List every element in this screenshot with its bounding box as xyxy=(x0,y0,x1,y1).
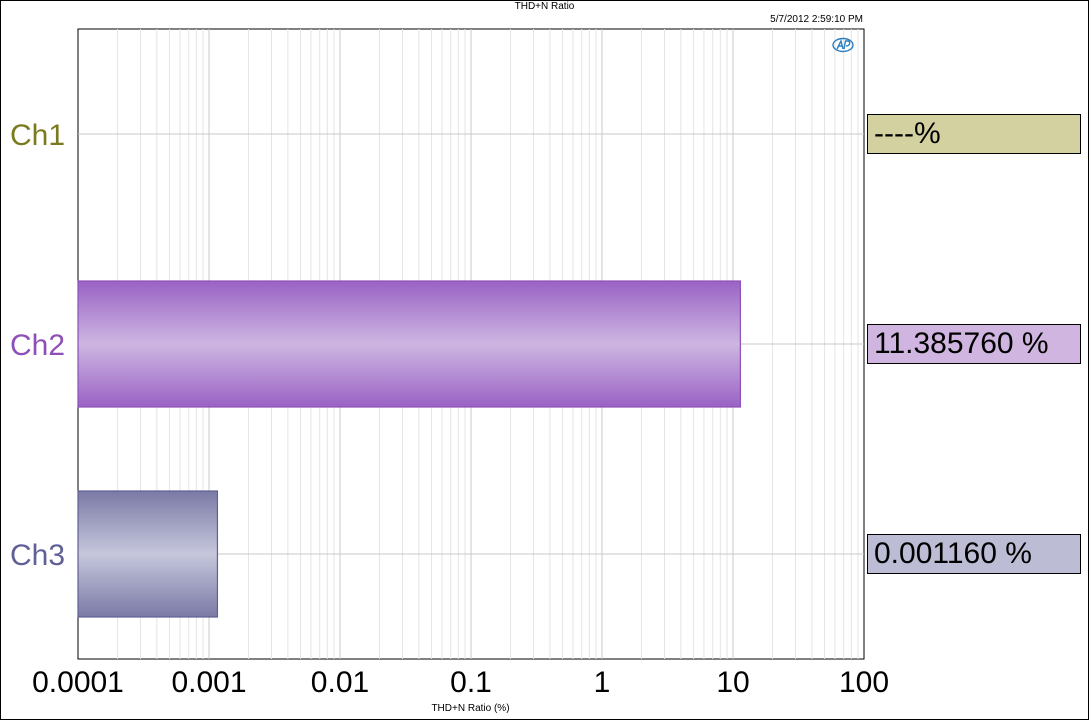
readout-ch1: ----% xyxy=(867,114,1081,154)
category-labels: Ch1 Ch2 Ch3 xyxy=(10,119,65,572)
bar-ch2 xyxy=(77,280,741,408)
x-tick-label: 0.1 xyxy=(450,666,492,699)
category-label-ch2: Ch2 xyxy=(10,329,65,362)
readout-ch2: 11.385760 % xyxy=(867,324,1081,364)
x-tick-label: 0.01 xyxy=(311,666,369,699)
readout-ch3: 0.001160 % xyxy=(867,534,1081,574)
x-tick-label: 100 xyxy=(839,666,889,699)
category-label-ch1: Ch1 xyxy=(10,119,65,152)
x-tick-labels: 0.0001 0.001 0.01 0.1 1 10 100 xyxy=(32,666,889,699)
x-tick-label: 0.0001 xyxy=(32,666,124,699)
category-label-ch3: Ch3 xyxy=(10,539,65,572)
x-axis-label: THD+N Ratio (%) xyxy=(431,703,510,714)
x-tick-label: 10 xyxy=(716,666,749,699)
bar-ch3 xyxy=(77,490,219,618)
x-tick-label: 1 xyxy=(594,666,611,699)
ap-logo-icon: ap-logo-icon xyxy=(832,37,854,53)
x-tick-label: 0.001 xyxy=(171,666,246,699)
